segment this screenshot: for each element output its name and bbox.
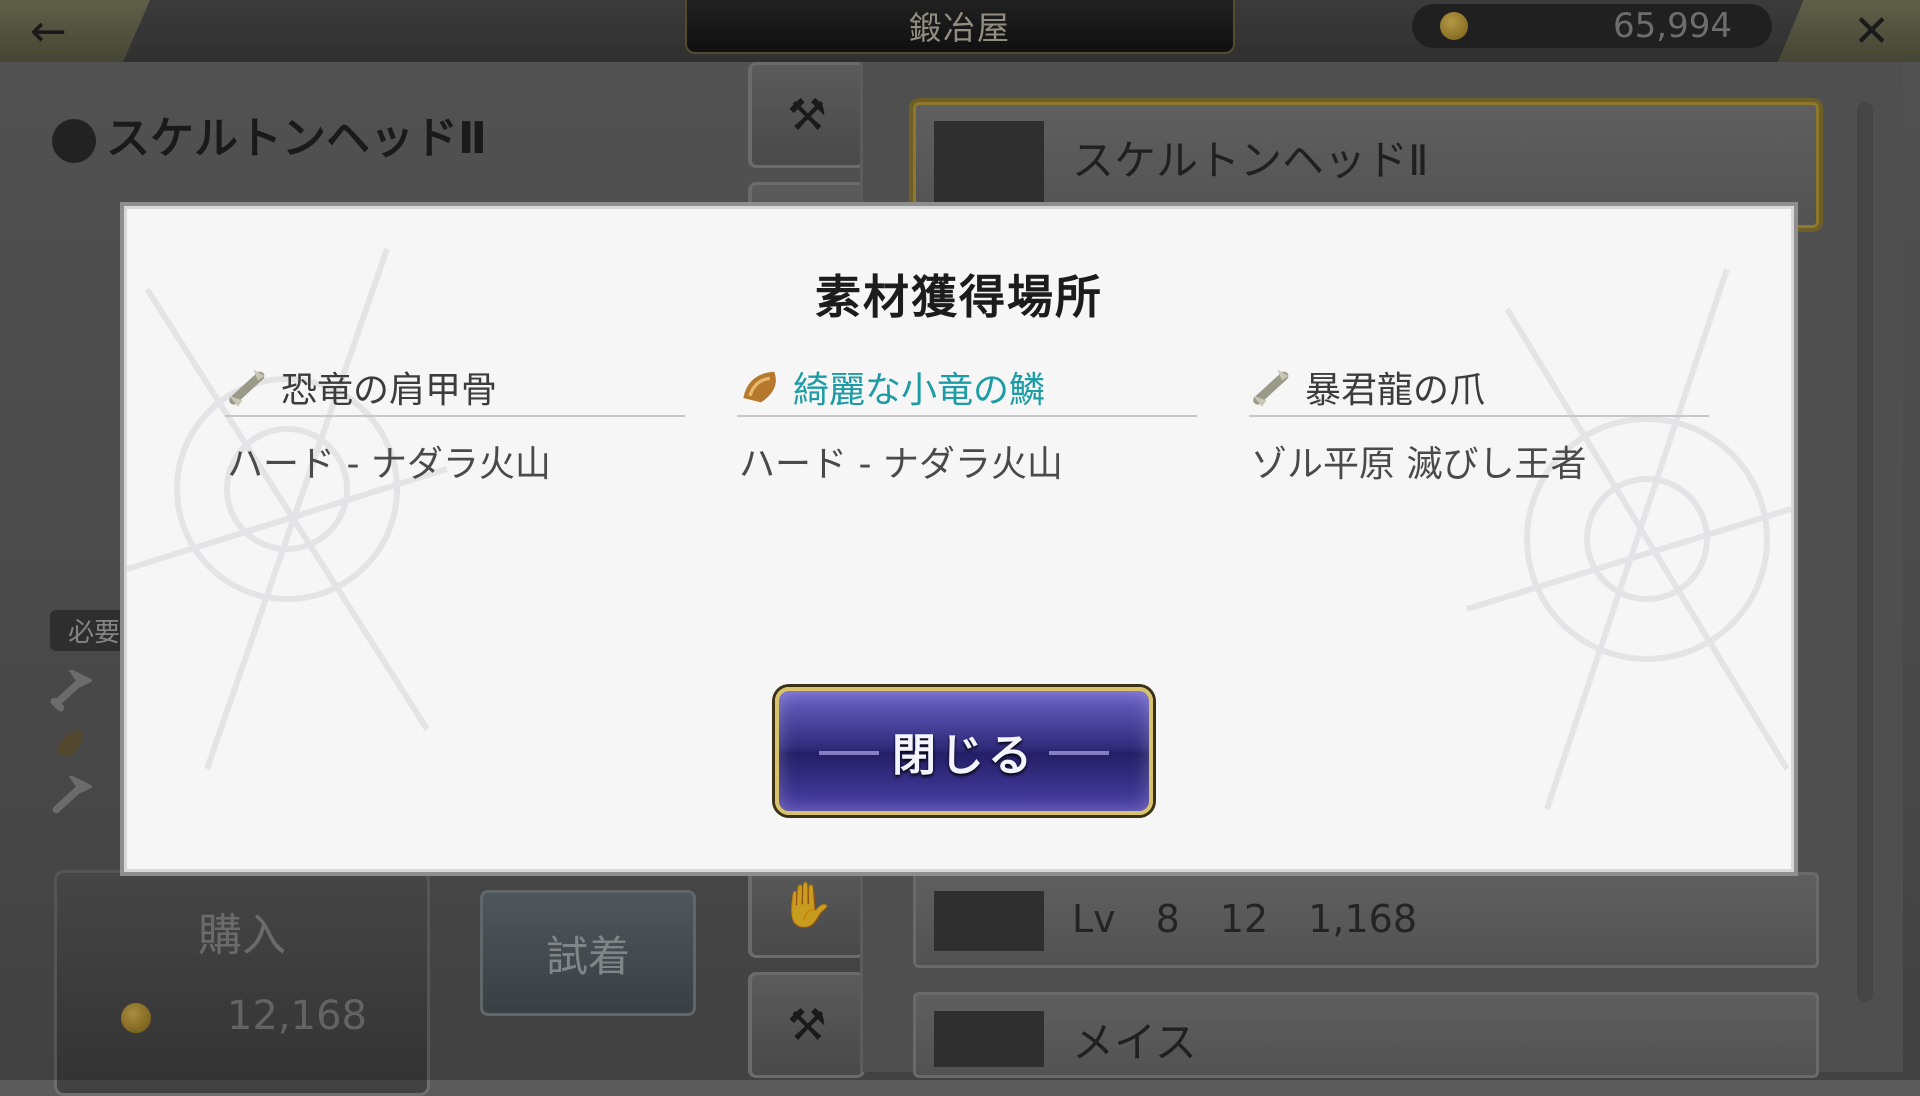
dialog-title: 素材獲得場所 — [815, 270, 1103, 324]
material-entry[interactable]: 暴君龍の爪 ゾル平原 滅びし王者 — [1249, 359, 1709, 487]
material-name: 暴君龍の爪 — [1305, 370, 1486, 411]
material-source-dialog: 素材獲得場所 恐竜の肩甲骨 ハード - ナダラ火山 綺麗な小竜の鱗 ハード - … — [120, 202, 1798, 876]
scale-icon — [743, 371, 776, 403]
close-dialog-button[interactable]: 閉じる — [775, 687, 1153, 815]
material-entry[interactable]: 恐竜の肩甲骨 ハード - ナダラ火山 — [225, 359, 685, 487]
material-location[interactable]: ハード - ナダラ火山 — [225, 435, 685, 487]
material-location[interactable]: ハード - ナダラ火山 — [737, 435, 1197, 487]
bone-icon — [229, 369, 265, 407]
material-location[interactable]: ゾル平原 滅びし王者 — [1249, 435, 1709, 487]
material-header: 暴君龍の爪 — [1249, 359, 1709, 417]
material-header: 綺麗な小竜の鱗 — [737, 359, 1197, 417]
material-header: 恐竜の肩甲骨 — [225, 359, 685, 417]
material-name: 恐竜の肩甲骨 — [281, 370, 498, 411]
material-entry[interactable]: 綺麗な小竜の鱗 ハード - ナダラ火山 — [737, 359, 1197, 487]
material-name: 綺麗な小竜の鱗 — [793, 370, 1046, 411]
claw-icon — [1253, 369, 1289, 407]
